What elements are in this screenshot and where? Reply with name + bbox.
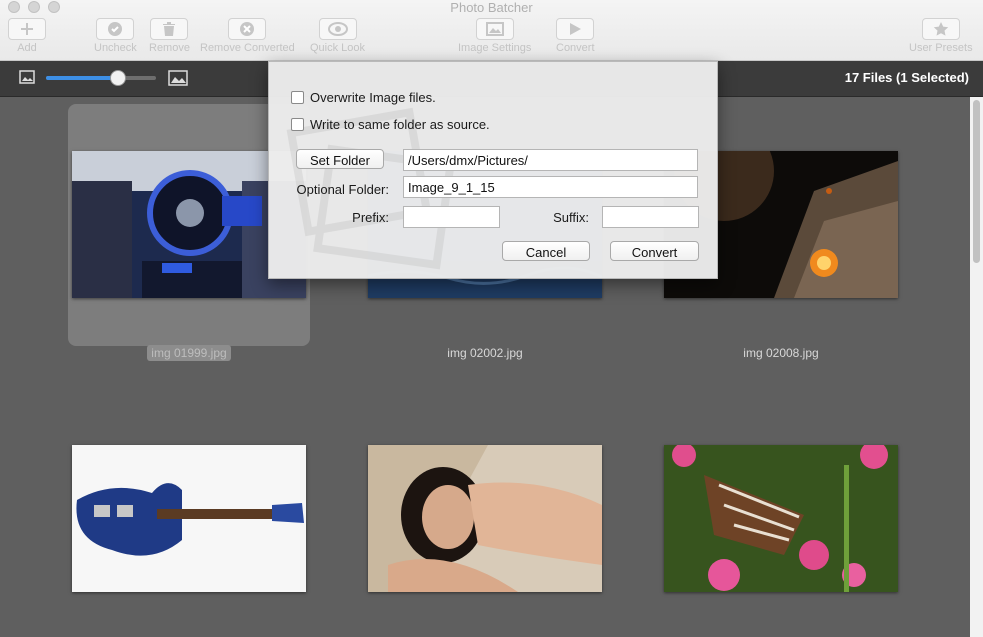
convert-toolbar-label: Convert [556, 42, 595, 54]
file-count-status: 17 Files (1 Selected) [844, 70, 969, 85]
image-settings-icon [485, 22, 504, 36]
large-thumbnail-icon[interactable] [168, 70, 188, 86]
file-name: img 02008.jpg [660, 346, 902, 360]
cancel-button[interactable]: Cancel [502, 241, 590, 261]
overwrite-label: Overwrite Image files. [310, 90, 436, 105]
remove-circle-icon [240, 22, 255, 36]
thumbnail-guitar[interactable] [72, 445, 306, 592]
overwrite-option[interactable]: Overwrite Image files. [291, 90, 436, 105]
thumbnail-size-slider[interactable] [46, 70, 156, 86]
file-name-text: img 01999.jpg [147, 345, 231, 361]
set-folder-button[interactable]: Set Folder [296, 149, 384, 169]
file-name: img 01999.jpg [68, 345, 310, 361]
title-bar: Photo Batcher Add Uncheck Remove Remove … [0, 0, 983, 61]
file-name: img 02002.jpg [364, 346, 606, 360]
play-icon [570, 23, 582, 35]
slider-fill [46, 76, 118, 80]
uncheck-label: Uncheck [94, 42, 137, 54]
star-icon [933, 22, 948, 36]
remove-converted-button[interactable]: Remove Converted [200, 18, 295, 54]
uncheck-button[interactable]: Uncheck [94, 18, 137, 54]
user-presets-label: User Presets [909, 42, 973, 54]
slider-knob[interactable] [110, 70, 126, 86]
convert-toolbar-button[interactable]: Convert [556, 18, 595, 54]
uncheck-icon [108, 22, 123, 36]
window-title: Photo Batcher [450, 0, 533, 15]
add-button[interactable]: Add [8, 18, 46, 54]
plus-icon [21, 23, 33, 35]
quick-look-label: Quick Look [310, 42, 366, 54]
thumbnail-butterfly[interactable] [664, 441, 898, 592]
same-folder-checkbox[interactable] [291, 118, 304, 131]
user-presets-button[interactable]: User Presets [909, 18, 973, 54]
optional-folder-field[interactable]: Image_9_1_15 [403, 176, 698, 198]
eye-icon [327, 22, 348, 36]
same-folder-label: Write to same folder as source. [310, 117, 490, 132]
suffix-field[interactable] [602, 206, 699, 228]
convert-options-dialog: Overwrite Image files. Write to same fol… [268, 61, 718, 279]
prefix-field[interactable] [403, 206, 500, 228]
same-folder-option[interactable]: Write to same folder as source. [291, 117, 490, 132]
file-name-text: img 02008.jpg [743, 346, 819, 360]
add-label: Add [17, 42, 37, 54]
image-settings-button[interactable]: Image Settings [458, 18, 531, 54]
optional-folder-label: Optional Folder: [296, 182, 390, 197]
file-name-text: img 02002.jpg [447, 346, 523, 360]
convert-button[interactable]: Convert [610, 241, 699, 261]
image-settings-label: Image Settings [458, 42, 532, 54]
quick-look-button[interactable]: Quick Look [310, 18, 365, 54]
suffix-label: Suffix: [553, 210, 589, 225]
overwrite-checkbox[interactable] [291, 91, 304, 104]
thumbnail-portrait[interactable] [368, 445, 602, 592]
remove-label: Remove [149, 42, 190, 54]
prefix-label: Prefix: [352, 210, 389, 225]
scrollbar-thumb[interactable] [973, 100, 980, 263]
remove-converted-label: Remove Converted [200, 42, 295, 54]
folder-path-field[interactable]: /Users/dmx/Pictures/ [403, 149, 698, 171]
remove-button[interactable]: Remove [149, 18, 190, 54]
trash-icon [163, 22, 176, 36]
small-thumbnail-icon[interactable] [19, 70, 35, 84]
